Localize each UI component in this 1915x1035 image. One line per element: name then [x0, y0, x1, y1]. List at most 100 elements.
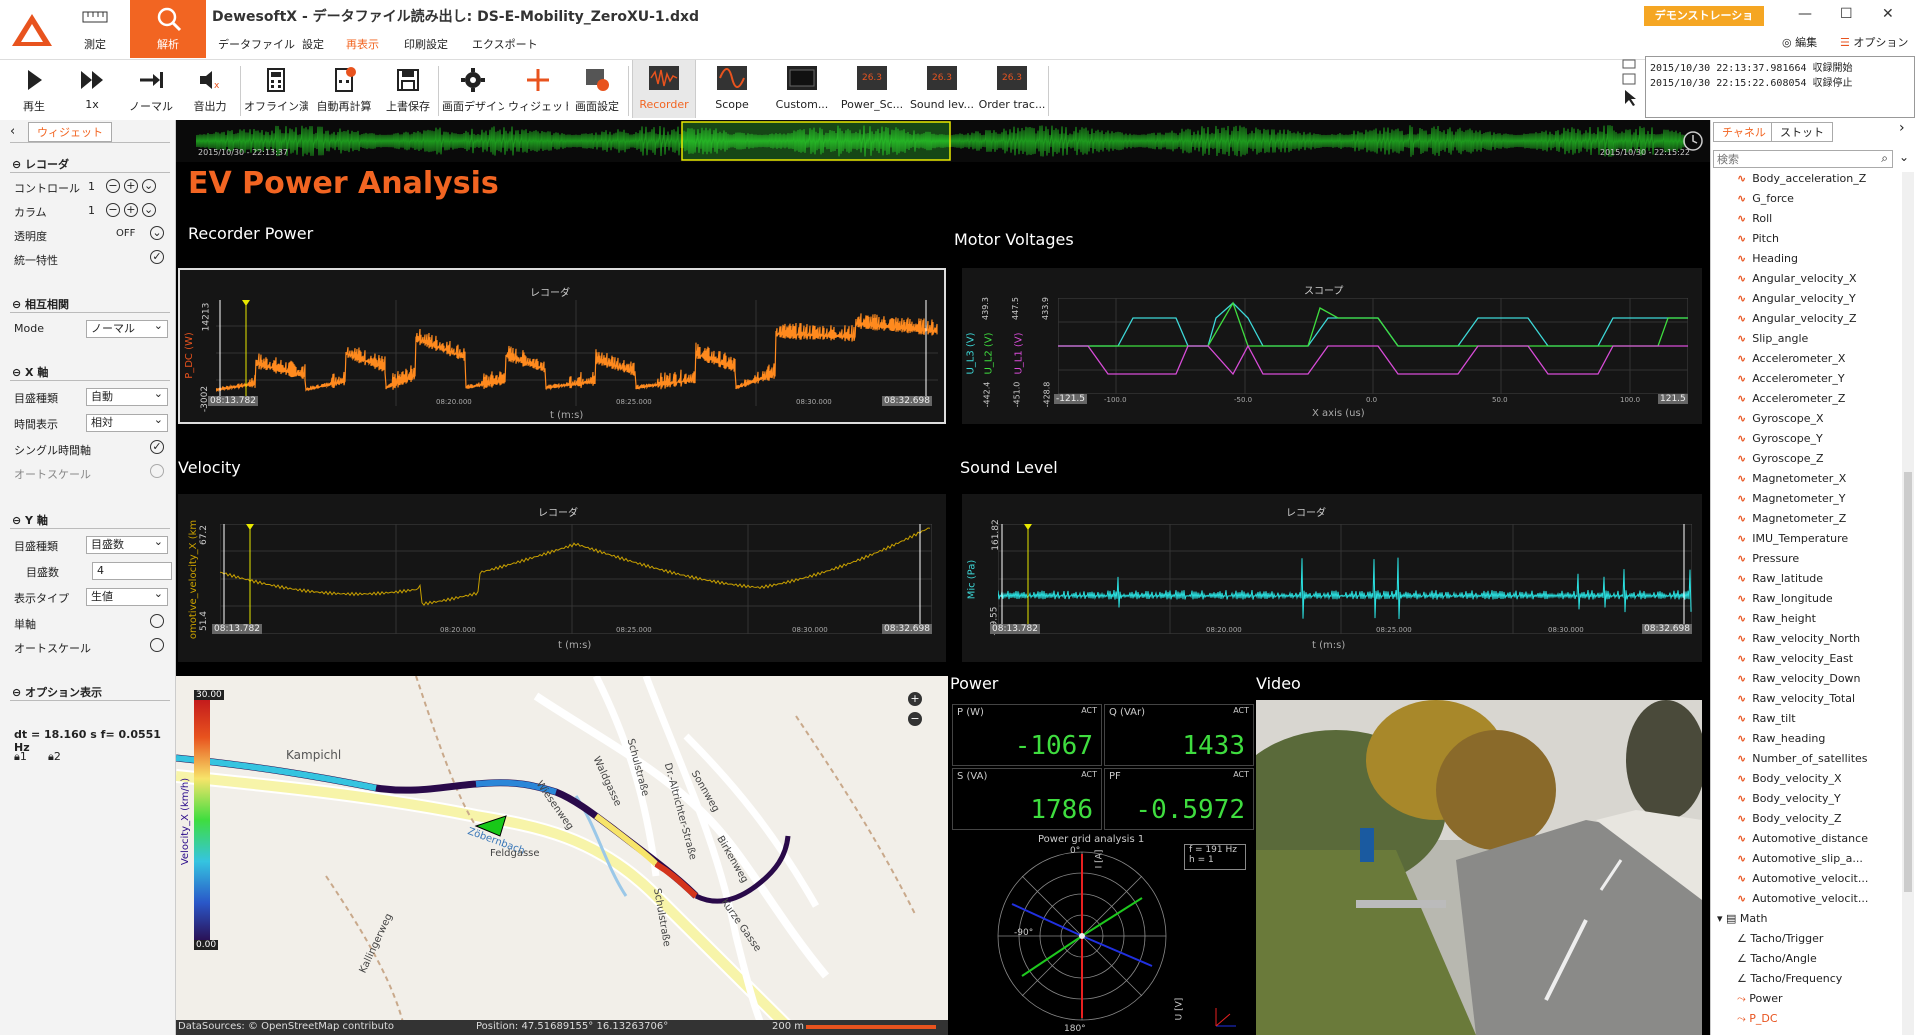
channel-item[interactable]: ∿ Angular_velocity_Y	[1737, 292, 1856, 305]
measure-button[interactable]: 測定	[60, 0, 130, 58]
plus-icon[interactable]: +	[123, 179, 138, 193]
channel-item[interactable]: ∿ Body_velocity_X	[1737, 772, 1842, 785]
video-player[interactable]	[1256, 700, 1702, 1035]
channel-item[interactable]: ∿ Body_velocity_Y	[1737, 792, 1841, 805]
close-button[interactable]: ✕	[1882, 6, 1894, 22]
channel-item[interactable]: ∿ Raw_velocity_Total	[1737, 692, 1855, 705]
power-meter-s[interactable]: S (VA) ACT 1786	[952, 768, 1102, 830]
power-meter-p[interactable]: P (W) ACT -1067	[952, 704, 1102, 766]
channel-item[interactable]: ∿ Raw_tilt	[1737, 712, 1796, 725]
plus-icon[interactable]: +	[123, 203, 138, 217]
autoscale-y-radio[interactable]	[150, 638, 164, 652]
transparency-chevron-icon[interactable]: ⌄	[150, 226, 164, 240]
channel-item[interactable]: ∿ Gyroscope_Y	[1737, 432, 1823, 445]
tab-stats[interactable]: ストット	[1771, 122, 1833, 142]
power-meter-q[interactable]: Q (VAr) ACT 1433	[1104, 704, 1254, 766]
channel-item[interactable]: ∿ Raw_longitude	[1737, 592, 1833, 605]
time-display-select[interactable]: 相対	[86, 412, 168, 432]
chevron-down-icon[interactable]: ⌄	[141, 203, 156, 217]
minimize-button[interactable]: —	[1798, 6, 1812, 22]
maximize-button[interactable]: ☐	[1840, 6, 1853, 22]
math-channel-item[interactable]: ⤳ P_DC	[1737, 1012, 1778, 1026]
chevron-down-icon[interactable]: ⌄	[141, 179, 156, 193]
search-input[interactable]	[1714, 151, 1864, 167]
zoom-in-button[interactable]: +	[908, 692, 922, 706]
cursor-lock-1[interactable]: 🔒︎1	[14, 750, 27, 764]
channel-item[interactable]: ∿ Raw_latitude	[1737, 572, 1823, 585]
math-channel-item[interactable]: ⤳ Power	[1737, 992, 1783, 1006]
collapse-left-icon[interactable]: ‹	[10, 124, 15, 139]
channel-item[interactable]: ∿ IMU_Temperature	[1737, 532, 1848, 545]
order-tracking-tab[interactable]: 26.3 Order trac...	[978, 60, 1046, 118]
display-type-select[interactable]: 生値	[86, 586, 168, 606]
transparency-value[interactable]: OFF	[116, 228, 135, 239]
channel-item[interactable]: ∿ Pressure	[1737, 552, 1799, 565]
math-channel-item[interactable]: ∠ Tacho/Trigger	[1737, 932, 1823, 945]
gps-map[interactable]: 30.00 0.00 Velocity_X (km/h) Kampichl Zö…	[176, 676, 948, 1035]
channel-item[interactable]: ∿ Accelerometer_Y	[1737, 372, 1845, 385]
play-button[interactable]: 再生	[8, 60, 60, 118]
channel-item[interactable]: ∿ Accelerometer_Z	[1737, 392, 1845, 405]
channel-item[interactable]: ∿ Raw_heading	[1737, 732, 1825, 745]
speed-button[interactable]: 1x	[66, 60, 118, 118]
screen-settings-button[interactable]: 画面設定	[570, 60, 624, 118]
channel-item[interactable]: ∿ Automotive_distance	[1737, 832, 1868, 845]
single-time-checkbox[interactable]: ✓	[150, 440, 164, 454]
edit-button[interactable]: ◎ 編集	[1782, 34, 1817, 50]
channel-item[interactable]: ∿ Raw_height	[1737, 612, 1816, 625]
channel-item[interactable]: ∿ Raw_velocity_Down	[1737, 672, 1861, 685]
demo-badge[interactable]: デモンストレーション...	[1644, 6, 1764, 42]
section-correlation[interactable]: ⊖ 相互相関	[12, 296, 69, 312]
power-meter-pf[interactable]: PF ACT -0.5972	[1104, 768, 1254, 830]
channel-search-box[interactable]: ⌕	[1713, 150, 1893, 168]
control-stepper[interactable]: − + ⌄	[106, 178, 156, 193]
y-count-input[interactable]: 4	[92, 562, 172, 580]
autoscale-x-radio[interactable]	[150, 464, 164, 478]
math-group[interactable]: ▾ ▤ Math	[1717, 912, 1767, 925]
channel-item[interactable]: ∿ G_force	[1737, 192, 1794, 205]
section-y-axis[interactable]: ⊖ Y 軸	[12, 512, 48, 528]
channel-item[interactable]: ∿ Raw_velocity_North	[1737, 632, 1860, 645]
recorder-tab[interactable]: Recorder	[632, 60, 696, 118]
screen-design-button[interactable]: 画面デザイン	[442, 60, 504, 118]
section-x-axis[interactable]: ⊖ X 軸	[12, 364, 48, 380]
channel-item[interactable]: ∿ Body_acceleration_Z	[1737, 172, 1866, 185]
minus-icon[interactable]: −	[106, 179, 120, 193]
channel-item[interactable]: ∿ Pitch	[1737, 232, 1779, 245]
channel-item[interactable]: ∿ Slip_angle	[1737, 332, 1808, 345]
math-channel-item[interactable]: ∠ Tacho/Frequency	[1737, 972, 1842, 985]
channel-item[interactable]: ∿ Gyroscope_X	[1737, 412, 1824, 425]
motor-voltages-chart[interactable]: スコープ U_L3 (V) U_L2 (V) U_L1 (V) 439.3 44…	[962, 268, 1702, 424]
math-channel-item[interactable]: ∠ Tacho/Angle	[1737, 952, 1817, 965]
channel-item[interactable]: ∿ Magnetometer_Z	[1737, 512, 1846, 525]
channel-item[interactable]: ∿ Gyroscope_Z	[1737, 452, 1824, 465]
offline-calc-button[interactable]: オフライン演算	[244, 60, 308, 118]
minus-icon[interactable]: −	[106, 203, 120, 217]
mode-select[interactable]: ノーマル	[86, 318, 168, 338]
sound-level-chart[interactable]: レコーダ Mic (Pa) 161.82 -49.55 08:13.782 08…	[962, 494, 1702, 662]
channel-item[interactable]: ∿ Roll	[1737, 212, 1772, 225]
section-recorder[interactable]: ⊖ レコーダ	[12, 156, 69, 172]
channel-item[interactable]: ∿ Angular_velocity_X	[1737, 272, 1857, 285]
tab-widget[interactable]: ウィジェット	[28, 122, 112, 142]
x-scale-select[interactable]: 自動	[86, 386, 168, 406]
column-stepper[interactable]: − + ⌄	[106, 202, 156, 217]
option-button[interactable]: ☰ オプション	[1840, 34, 1908, 50]
overview-strip[interactable]: 2015/10/30 - 22:13:37 2015/10/30 - 22:15…	[176, 120, 1710, 162]
collapse-right-icon[interactable]: ›	[1899, 120, 1905, 136]
clock-icon[interactable]	[1682, 130, 1704, 152]
channel-item[interactable]: ∿ Accelerometer_X	[1737, 352, 1845, 365]
audio-button[interactable]: x 音出力	[184, 60, 236, 118]
channel-scrollbar[interactable]	[1902, 172, 1914, 1035]
channel-item[interactable]: ∿ Magnetometer_Y	[1737, 492, 1846, 505]
sound-level-tab[interactable]: 26.3 Sound lev...	[908, 60, 976, 118]
channel-item[interactable]: ∿ Automotive_velocit...	[1737, 892, 1868, 905]
menu-datafile[interactable]: データファイル	[218, 36, 295, 52]
power-scope-tab[interactable]: 26.3 Power_Sc...	[838, 60, 906, 118]
channel-item[interactable]: ∿ Automotive_velocit...	[1737, 872, 1868, 885]
single-axis-radio[interactable]	[150, 614, 164, 628]
analyse-button[interactable]: 解析	[130, 0, 206, 58]
menu-review[interactable]: 再表示	[346, 36, 379, 52]
channel-item[interactable]: ∿ Number_of_satellites	[1737, 752, 1868, 765]
scrollbar-thumb[interactable]	[1904, 472, 1912, 892]
